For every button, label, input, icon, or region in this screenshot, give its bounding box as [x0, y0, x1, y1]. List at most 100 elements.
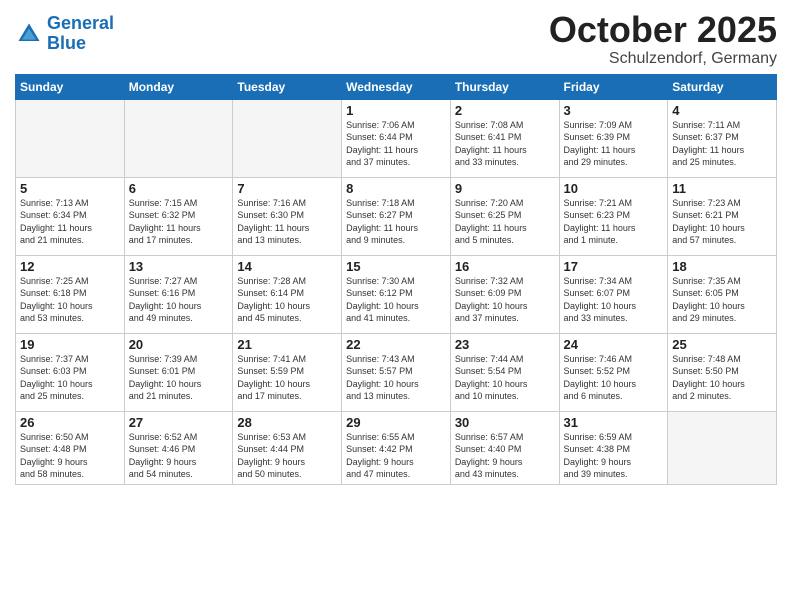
logo-icon — [15, 20, 43, 48]
header-wednesday: Wednesday — [342, 74, 451, 99]
day-info: Sunrise: 7:30 AM Sunset: 6:12 PM Dayligh… — [346, 275, 446, 325]
header-friday: Friday — [559, 74, 668, 99]
day-number: 27 — [129, 415, 229, 430]
day-info: Sunrise: 7:21 AM Sunset: 6:23 PM Dayligh… — [564, 197, 664, 247]
day-info: Sunrise: 7:39 AM Sunset: 6:01 PM Dayligh… — [129, 353, 229, 403]
day-number: 30 — [455, 415, 555, 430]
calendar-week-row: 26Sunrise: 6:50 AM Sunset: 4:48 PM Dayli… — [16, 411, 777, 484]
day-info: Sunrise: 7:06 AM Sunset: 6:44 PM Dayligh… — [346, 119, 446, 169]
table-row: 2Sunrise: 7:08 AM Sunset: 6:41 PM Daylig… — [450, 99, 559, 177]
day-number: 23 — [455, 337, 555, 352]
location-text: Schulzendorf, Germany — [549, 50, 777, 68]
table-row: 11Sunrise: 7:23 AM Sunset: 6:21 PM Dayli… — [668, 177, 777, 255]
day-info: Sunrise: 6:59 AM Sunset: 4:38 PM Dayligh… — [564, 431, 664, 481]
table-row: 22Sunrise: 7:43 AM Sunset: 5:57 PM Dayli… — [342, 333, 451, 411]
calendar-week-row: 1Sunrise: 7:06 AM Sunset: 6:44 PM Daylig… — [16, 99, 777, 177]
page-container: General Blue October 2025 Schulzendorf, … — [0, 0, 792, 490]
table-row: 30Sunrise: 6:57 AM Sunset: 4:40 PM Dayli… — [450, 411, 559, 484]
day-number: 21 — [237, 337, 337, 352]
day-info: Sunrise: 7:13 AM Sunset: 6:34 PM Dayligh… — [20, 197, 120, 247]
day-number: 28 — [237, 415, 337, 430]
table-row: 26Sunrise: 6:50 AM Sunset: 4:48 PM Dayli… — [16, 411, 125, 484]
day-number: 2 — [455, 103, 555, 118]
day-number: 20 — [129, 337, 229, 352]
calendar-week-row: 19Sunrise: 7:37 AM Sunset: 6:03 PM Dayli… — [16, 333, 777, 411]
table-row: 3Sunrise: 7:09 AM Sunset: 6:39 PM Daylig… — [559, 99, 668, 177]
header-monday: Monday — [124, 74, 233, 99]
day-number: 25 — [672, 337, 772, 352]
table-row — [668, 411, 777, 484]
logo-general: General — [47, 13, 114, 33]
day-number: 10 — [564, 181, 664, 196]
day-info: Sunrise: 6:57 AM Sunset: 4:40 PM Dayligh… — [455, 431, 555, 481]
table-row: 1Sunrise: 7:06 AM Sunset: 6:44 PM Daylig… — [342, 99, 451, 177]
day-number: 1 — [346, 103, 446, 118]
day-number: 8 — [346, 181, 446, 196]
day-info: Sunrise: 6:50 AM Sunset: 4:48 PM Dayligh… — [20, 431, 120, 481]
day-number: 26 — [20, 415, 120, 430]
table-row — [124, 99, 233, 177]
day-info: Sunrise: 7:32 AM Sunset: 6:09 PM Dayligh… — [455, 275, 555, 325]
day-info: Sunrise: 7:43 AM Sunset: 5:57 PM Dayligh… — [346, 353, 446, 403]
table-row: 27Sunrise: 6:52 AM Sunset: 4:46 PM Dayli… — [124, 411, 233, 484]
day-info: Sunrise: 7:28 AM Sunset: 6:14 PM Dayligh… — [237, 275, 337, 325]
day-number: 31 — [564, 415, 664, 430]
day-info: Sunrise: 6:53 AM Sunset: 4:44 PM Dayligh… — [237, 431, 337, 481]
table-row: 19Sunrise: 7:37 AM Sunset: 6:03 PM Dayli… — [16, 333, 125, 411]
table-row — [233, 99, 342, 177]
table-row: 8Sunrise: 7:18 AM Sunset: 6:27 PM Daylig… — [342, 177, 451, 255]
day-number: 13 — [129, 259, 229, 274]
logo-text: General Blue — [47, 14, 114, 54]
day-info: Sunrise: 7:34 AM Sunset: 6:07 PM Dayligh… — [564, 275, 664, 325]
day-info: Sunrise: 7:44 AM Sunset: 5:54 PM Dayligh… — [455, 353, 555, 403]
table-row: 24Sunrise: 7:46 AM Sunset: 5:52 PM Dayli… — [559, 333, 668, 411]
day-number: 16 — [455, 259, 555, 274]
day-number: 6 — [129, 181, 229, 196]
table-row: 18Sunrise: 7:35 AM Sunset: 6:05 PM Dayli… — [668, 255, 777, 333]
table-row — [16, 99, 125, 177]
table-row: 12Sunrise: 7:25 AM Sunset: 6:18 PM Dayli… — [16, 255, 125, 333]
day-number: 7 — [237, 181, 337, 196]
day-info: Sunrise: 7:37 AM Sunset: 6:03 PM Dayligh… — [20, 353, 120, 403]
day-info: Sunrise: 7:46 AM Sunset: 5:52 PM Dayligh… — [564, 353, 664, 403]
day-info: Sunrise: 7:20 AM Sunset: 6:25 PM Dayligh… — [455, 197, 555, 247]
day-info: Sunrise: 6:55 AM Sunset: 4:42 PM Dayligh… — [346, 431, 446, 481]
day-number: 15 — [346, 259, 446, 274]
day-number: 17 — [564, 259, 664, 274]
header-tuesday: Tuesday — [233, 74, 342, 99]
table-row: 13Sunrise: 7:27 AM Sunset: 6:16 PM Dayli… — [124, 255, 233, 333]
day-number: 14 — [237, 259, 337, 274]
day-number: 24 — [564, 337, 664, 352]
day-number: 4 — [672, 103, 772, 118]
day-info: Sunrise: 7:41 AM Sunset: 5:59 PM Dayligh… — [237, 353, 337, 403]
logo-blue: Blue — [47, 33, 86, 53]
header-sunday: Sunday — [16, 74, 125, 99]
calendar-table: Sunday Monday Tuesday Wednesday Thursday… — [15, 74, 777, 485]
calendar-week-row: 5Sunrise: 7:13 AM Sunset: 6:34 PM Daylig… — [16, 177, 777, 255]
table-row: 16Sunrise: 7:32 AM Sunset: 6:09 PM Dayli… — [450, 255, 559, 333]
table-row: 10Sunrise: 7:21 AM Sunset: 6:23 PM Dayli… — [559, 177, 668, 255]
day-info: Sunrise: 7:48 AM Sunset: 5:50 PM Dayligh… — [672, 353, 772, 403]
table-row: 23Sunrise: 7:44 AM Sunset: 5:54 PM Dayli… — [450, 333, 559, 411]
day-info: Sunrise: 6:52 AM Sunset: 4:46 PM Dayligh… — [129, 431, 229, 481]
table-row: 28Sunrise: 6:53 AM Sunset: 4:44 PM Dayli… — [233, 411, 342, 484]
calendar-header-row: Sunday Monday Tuesday Wednesday Thursday… — [16, 74, 777, 99]
day-info: Sunrise: 7:25 AM Sunset: 6:18 PM Dayligh… — [20, 275, 120, 325]
day-info: Sunrise: 7:18 AM Sunset: 6:27 PM Dayligh… — [346, 197, 446, 247]
table-row: 5Sunrise: 7:13 AM Sunset: 6:34 PM Daylig… — [16, 177, 125, 255]
table-row: 4Sunrise: 7:11 AM Sunset: 6:37 PM Daylig… — [668, 99, 777, 177]
day-info: Sunrise: 7:16 AM Sunset: 6:30 PM Dayligh… — [237, 197, 337, 247]
day-number: 5 — [20, 181, 120, 196]
table-row: 9Sunrise: 7:20 AM Sunset: 6:25 PM Daylig… — [450, 177, 559, 255]
title-block: October 2025 Schulzendorf, Germany — [549, 10, 777, 68]
header-thursday: Thursday — [450, 74, 559, 99]
day-number: 29 — [346, 415, 446, 430]
day-number: 11 — [672, 181, 772, 196]
day-number: 18 — [672, 259, 772, 274]
day-info: Sunrise: 7:08 AM Sunset: 6:41 PM Dayligh… — [455, 119, 555, 169]
table-row: 15Sunrise: 7:30 AM Sunset: 6:12 PM Dayli… — [342, 255, 451, 333]
calendar-week-row: 12Sunrise: 7:25 AM Sunset: 6:18 PM Dayli… — [16, 255, 777, 333]
header-saturday: Saturday — [668, 74, 777, 99]
day-info: Sunrise: 7:27 AM Sunset: 6:16 PM Dayligh… — [129, 275, 229, 325]
table-row: 29Sunrise: 6:55 AM Sunset: 4:42 PM Dayli… — [342, 411, 451, 484]
